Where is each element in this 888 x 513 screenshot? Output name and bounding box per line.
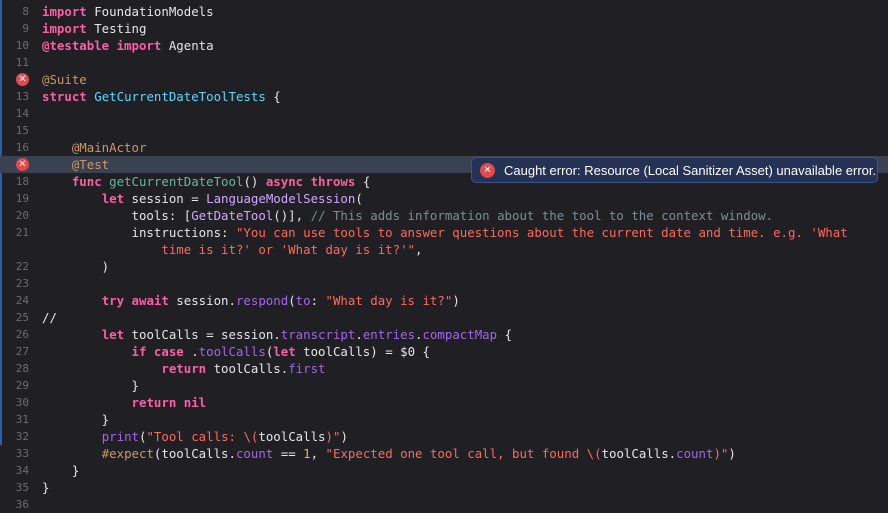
line-number: 24 bbox=[15, 294, 29, 307]
code-line[interactable]: 23 bbox=[0, 275, 888, 292]
code-line[interactable]: 25 // bbox=[0, 309, 888, 326]
code-line[interactable]: 24 try await session.respond(to: "What d… bbox=[0, 292, 888, 309]
code-line[interactable]: 21 instructions: "You can use tools to a… bbox=[0, 224, 888, 241]
code-line[interactable]: 20 tools: [GetDateTool()], // This adds … bbox=[0, 207, 888, 224]
x-circle-icon[interactable]: ✕ bbox=[16, 73, 29, 86]
line-number: 10 bbox=[15, 39, 29, 52]
line-number: 22 bbox=[15, 260, 29, 273]
line-number: 33 bbox=[15, 447, 29, 460]
code-text: if case .toolCalls(let toolCalls) = $0 { bbox=[131, 344, 430, 359]
code-line[interactable]: 15 bbox=[0, 122, 888, 139]
code-text: struct GetCurrentDateToolTests { bbox=[42, 89, 281, 104]
line-number: 25 bbox=[15, 311, 29, 324]
code-text: import FoundationModels bbox=[42, 4, 214, 19]
line-number: 28 bbox=[15, 362, 29, 375]
code-text: func getCurrentDateTool() async throws { bbox=[71, 174, 371, 189]
x-circle-icon[interactable]: ✕ bbox=[16, 158, 29, 171]
code-text: @MainActor bbox=[71, 140, 147, 155]
code-text: #expect(toolCalls.count == 1, "Expected … bbox=[101, 446, 736, 461]
code-text: let toolCalls = session.transcript.entri… bbox=[101, 327, 513, 342]
code-text: try await session.respond(to: "What day … bbox=[101, 293, 460, 308]
line-number: 34 bbox=[15, 464, 29, 477]
code-text: } bbox=[42, 412, 110, 427]
code-text: @Test bbox=[71, 157, 110, 172]
line-number: 19 bbox=[15, 192, 29, 205]
line-number: 31 bbox=[15, 413, 29, 426]
line-number: 26 bbox=[15, 328, 29, 341]
line-number: 23 bbox=[15, 277, 29, 290]
line-number: 11 bbox=[15, 56, 29, 69]
code-line[interactable]: 33 #expect(toolCalls.count == 1, "Expect… bbox=[0, 445, 888, 462]
code-text: return nil bbox=[131, 395, 207, 410]
code-text: print("Tool calls: \(toolCalls)") bbox=[101, 429, 348, 444]
line-number: 21 bbox=[15, 226, 29, 239]
code-text: let session = LanguageModelSession( bbox=[101, 191, 363, 206]
code-line[interactable]: time is it?' or 'What day is it?'", bbox=[0, 241, 888, 258]
line-number: 30 bbox=[15, 396, 29, 409]
code-line[interactable]: 34 } bbox=[0, 462, 888, 479]
line-number: 18 bbox=[15, 175, 29, 188]
line-number: 27 bbox=[15, 345, 29, 358]
code-editor[interactable]: 8 import FoundationModels 9 import Testing 1… bbox=[0, 0, 888, 511]
code-line[interactable]: 31 } bbox=[0, 411, 888, 428]
code-text: } bbox=[42, 480, 50, 495]
line-number: 13 bbox=[15, 90, 29, 103]
line-number: 35 bbox=[15, 481, 29, 494]
code-text: import Testing bbox=[42, 21, 147, 36]
line-number: 8 bbox=[22, 5, 29, 18]
code-line[interactable]: 9 import Testing bbox=[0, 20, 888, 37]
code-text: time is it?' or 'What day is it?'", bbox=[42, 242, 423, 257]
inline-error-banner[interactable]: ✕ Caught error: Resource (Local Sanitize… bbox=[471, 157, 878, 183]
code-line[interactable]: 32 print("Tool calls: \(toolCalls)") bbox=[0, 428, 888, 445]
line-number: 9 bbox=[22, 22, 29, 35]
code-line[interactable]: 27 if case .toolCalls(let toolCalls) = $… bbox=[0, 343, 888, 360]
code-line[interactable]: 14 bbox=[0, 105, 888, 122]
code-text: } bbox=[42, 378, 139, 393]
code-line[interactable]: 28 return toolCalls.first bbox=[0, 360, 888, 377]
code-line[interactable]: 29 } bbox=[0, 377, 888, 394]
code-text: return toolCalls.first bbox=[161, 361, 326, 376]
error-icon: ✕ bbox=[480, 162, 495, 178]
code-line[interactable]: 16 @MainActor bbox=[0, 139, 888, 156]
code-text: @Suite bbox=[42, 72, 87, 87]
code-line[interactable]: 19 let session = LanguageModelSession( bbox=[0, 190, 888, 207]
line-number: 29 bbox=[15, 379, 29, 392]
code-text: } bbox=[42, 463, 80, 478]
code-text: @testable import Agenta bbox=[42, 38, 214, 53]
error-message: Caught error: Resource (Local Sanitizer … bbox=[504, 162, 877, 178]
code-text: tools: [GetDateTool()], // This adds inf… bbox=[42, 208, 774, 223]
code-text: // bbox=[42, 310, 57, 325]
code-line[interactable]: 12✕@Suite bbox=[0, 71, 888, 88]
code-line[interactable]: 11 bbox=[0, 54, 888, 71]
code-text: ) bbox=[42, 259, 110, 274]
code-line[interactable]: 30 return nil bbox=[0, 394, 888, 411]
line-number: 15 bbox=[15, 124, 29, 137]
line-number: 14 bbox=[15, 107, 29, 120]
code-line[interactable]: 35} bbox=[0, 479, 888, 496]
line-number: 20 bbox=[15, 209, 29, 222]
line-number: 16 bbox=[15, 141, 29, 154]
code-line[interactable]: 26 let toolCalls = session.transcript.en… bbox=[0, 326, 888, 343]
code-line[interactable]: 10 @testable import Agenta bbox=[0, 37, 888, 54]
code-text: instructions: "You can use tools to answ… bbox=[42, 225, 848, 240]
code-line[interactable]: 8 import FoundationModels bbox=[0, 3, 888, 20]
line-number: 32 bbox=[15, 430, 29, 443]
code-line[interactable]: 13 struct GetCurrentDateToolTests { bbox=[0, 88, 888, 105]
code-line[interactable]: 22 ) bbox=[0, 258, 888, 275]
